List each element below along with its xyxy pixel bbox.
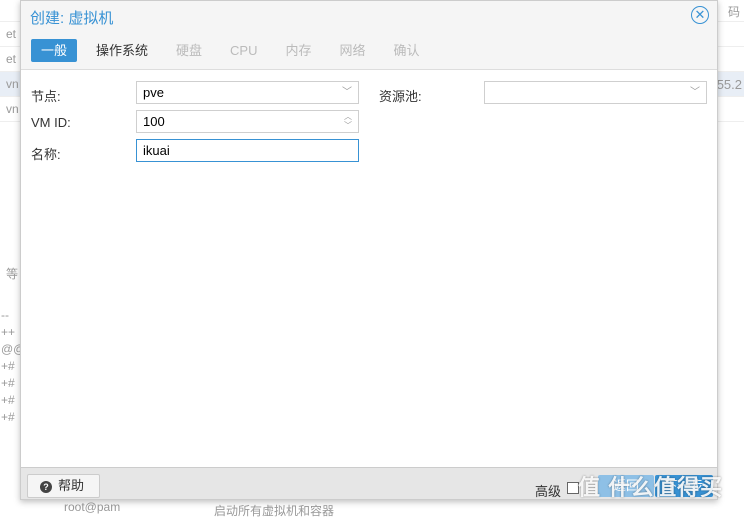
chevron-down-icon: ﹀ <box>690 87 700 98</box>
tab-memory[interactable]: 内存 <box>277 39 321 62</box>
wizard-tabs: 一般 操作系统 硬盘 CPU 内存 网络 确认 <box>31 39 439 62</box>
bg-text: vn <box>6 77 19 91</box>
vmid-label: VM ID: <box>31 115 71 130</box>
bg-text: -- <box>1 308 9 322</box>
name-input[interactable]: ikuai <box>136 139 359 162</box>
advanced-label: 高级 <box>535 484 562 499</box>
pool-label: 资源池: <box>379 89 422 104</box>
tab-cpu[interactable]: CPU <box>221 39 266 62</box>
bg-text: +# <box>1 393 15 407</box>
form-panel: 节点: pve ﹀ 资源池: ﹀ VM ID: 100 ︿ ﹀ 名称: ikuai <box>21 69 717 468</box>
bg-text: +# <box>1 359 15 373</box>
watermark-logo: 值 什么值得买 <box>578 475 724 500</box>
name-label: 名称: <box>31 147 61 162</box>
name-value: ikuai <box>143 143 170 158</box>
bg-text: +# <box>1 410 15 424</box>
help-label: 帮助 <box>58 478 85 493</box>
bg-text: root@pam <box>64 500 121 514</box>
help-button[interactable]: ? 帮助 <box>27 474 100 498</box>
node-value: pve <box>143 85 164 100</box>
tab-disk[interactable]: 硬盘 <box>167 39 211 62</box>
spinner-arrows-icon[interactable]: ︿ ﹀ <box>344 112 352 130</box>
tab-general[interactable]: 一般 <box>31 39 78 62</box>
tab-os[interactable]: 操作系统 <box>87 39 157 62</box>
bg-text: 启动所有虚拟机和容器 <box>214 504 335 518</box>
node-label: 节点: <box>31 89 61 104</box>
bg-text: 等 <box>6 267 19 281</box>
vmid-value: 100 <box>143 114 165 129</box>
dialog-title: 创建: 虚拟机 <box>30 10 114 27</box>
create-vm-dialog: 创建: 虚拟机 ✕ 一般 操作系统 硬盘 CPU 内存 网络 确认 节点: pv… <box>20 0 718 500</box>
tab-network[interactable]: 网络 <box>331 39 375 62</box>
question-icon: ? <box>40 481 52 493</box>
bg-text: ++ <box>1 325 16 339</box>
pool-select[interactable]: ﹀ <box>484 81 707 104</box>
bg-text: 55.2 <box>716 77 742 92</box>
node-select[interactable]: pve ﹀ <box>136 81 359 104</box>
chevron-down-icon: ﹀ <box>342 87 352 98</box>
bg-text: +# <box>1 376 15 390</box>
vmid-stepper[interactable]: 100 ︿ ﹀ <box>136 110 359 133</box>
tab-confirm[interactable]: 确认 <box>385 39 429 62</box>
close-icon[interactable]: ✕ <box>691 6 709 24</box>
